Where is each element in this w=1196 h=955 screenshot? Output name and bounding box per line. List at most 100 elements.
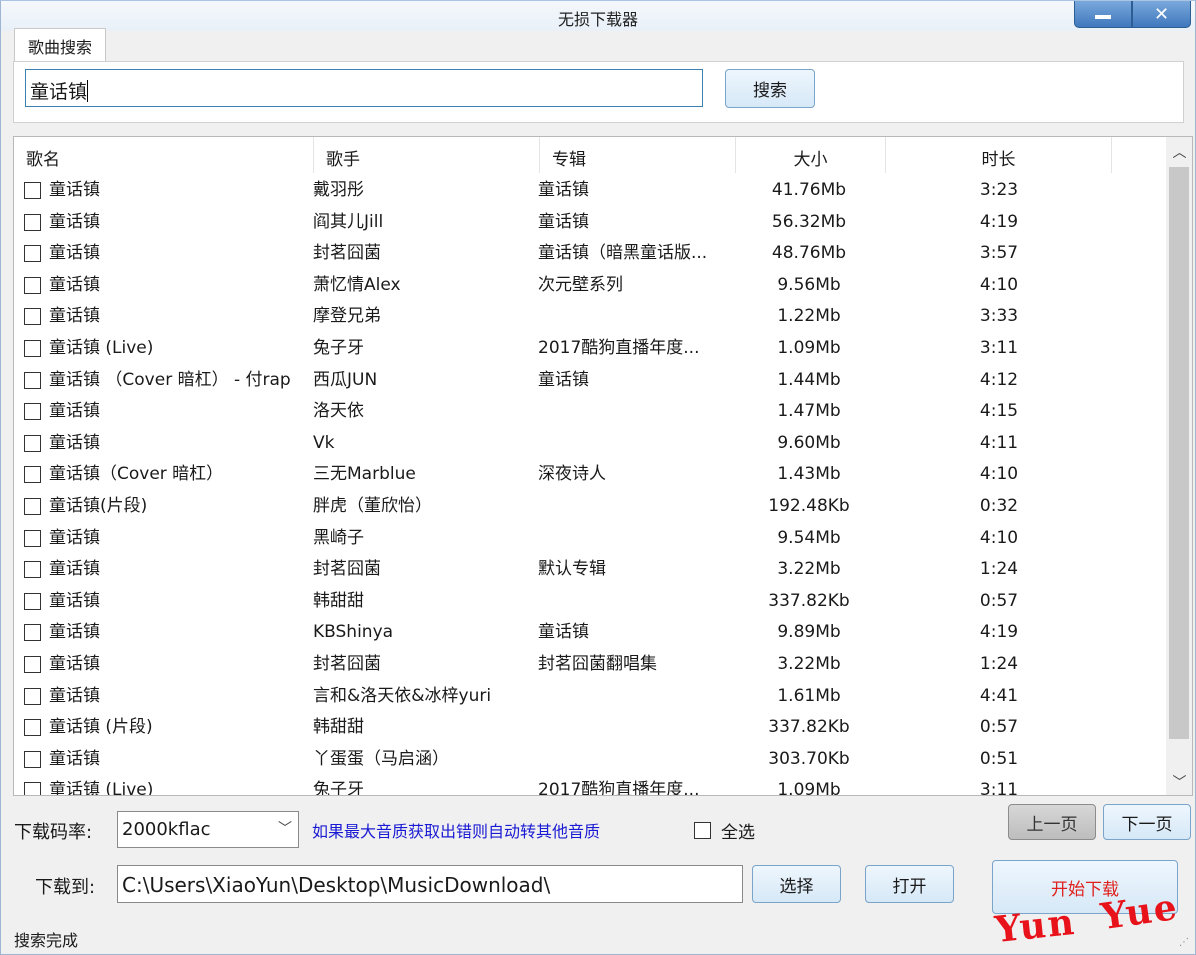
scroll-down-icon[interactable]: ﹀ bbox=[1166, 769, 1192, 795]
album-cell: 童话镇 bbox=[538, 180, 589, 200]
scroll-up-icon[interactable]: ︿ bbox=[1166, 139, 1192, 165]
row-checkbox[interactable] bbox=[24, 719, 41, 737]
artist-cell: 摩登兄弟 bbox=[313, 306, 381, 327]
artist-cell: 胖虎（董欣怡） bbox=[313, 496, 432, 516]
song-name: 童话镇(片段) bbox=[49, 496, 148, 516]
bitrate-label: 下载码率: bbox=[14, 822, 93, 843]
song-name-cell: 童话镇 bbox=[24, 207, 100, 238]
artist-cell: 韩甜甜 bbox=[313, 717, 364, 738]
row-checkbox[interactable] bbox=[24, 371, 41, 389]
row-checkbox[interactable] bbox=[24, 403, 41, 421]
album-cell: 童话镇 bbox=[538, 369, 589, 390]
row-checkbox[interactable] bbox=[24, 498, 41, 515]
size-cell: 48.76Mb bbox=[771, 243, 847, 264]
song-name: 童话镇 bbox=[49, 590, 100, 611]
table-row[interactable]: 童话镇 戴羽彤 童话镇 41.76Mb 3:23 bbox=[14, 175, 1166, 207]
row-checkbox[interactable] bbox=[24, 529, 41, 547]
row-checkbox[interactable] bbox=[24, 340, 41, 357]
tab-song-search[interactable]: 歌曲搜索 bbox=[14, 28, 106, 62]
close-button[interactable]: ✕ bbox=[1132, 1, 1191, 28]
table-row[interactable]: 童话镇 （Cover 暗杠） - 付rap 西瓜JUN 童话镇 1.44Mb 4:12 bbox=[14, 365, 1166, 397]
quality-hint: 如果最大音质获取出错则自动转其他音质 bbox=[312, 822, 601, 841]
open-folder-button[interactable]: 打开 bbox=[865, 865, 954, 903]
artist-cell: KBShinya bbox=[313, 622, 394, 643]
table-row[interactable]: 童话镇 摩登兄弟 1.22Mb 3:33 bbox=[14, 301, 1166, 333]
row-checkbox[interactable] bbox=[24, 656, 41, 673]
table-row[interactable]: 童话镇 (片段) 韩甜甜 337.82Kb 0:57 bbox=[14, 712, 1166, 744]
row-checkbox[interactable] bbox=[24, 434, 41, 452]
app-window: 无损下载器 ✕ 歌曲搜索 童话镇 搜索 歌名 歌手 专辑 大小 时长 童话镇 戴羽… bbox=[0, 0, 1196, 955]
album-cell: 2017酷狗直播年度... bbox=[538, 338, 700, 358]
search-button[interactable]: 搜索 bbox=[725, 69, 815, 108]
search-input-value: 童话镇 bbox=[30, 81, 88, 103]
column-header-duration[interactable]: 时长 bbox=[886, 137, 1112, 173]
table-row[interactable]: 童话镇 KBShinya 童话镇 9.89Mb 4:19 bbox=[14, 617, 1166, 649]
column-header-artist[interactable]: 歌手 bbox=[314, 137, 540, 173]
table-row[interactable]: 童话镇 阎其儿Jill 童话镇 56.32Mb 4:19 bbox=[14, 207, 1166, 239]
table-row[interactable]: 童话镇（Cover 暗杠） 三无Marblue 深夜诗人 1.43Mb 4:10 bbox=[14, 459, 1166, 491]
column-header-name[interactable]: 歌名 bbox=[14, 137, 314, 173]
table-row[interactable]: 童话镇 封茗囧菌 默认专辑 3.22Mb 1:24 bbox=[14, 554, 1166, 586]
table-row[interactable]: 童话镇 韩甜甜 337.82Kb 0:57 bbox=[14, 586, 1166, 618]
bitrate-value: 2000kflac bbox=[122, 819, 211, 840]
table-row[interactable]: 童话镇 言和&洛天依&冰梓yuri 1.61Mb 4:41 bbox=[14, 681, 1166, 713]
song-name-cell: 童话镇 bbox=[24, 175, 100, 206]
bitrate-select[interactable]: 2000kflac ﹀ bbox=[117, 811, 299, 848]
row-checkbox[interactable] bbox=[24, 592, 41, 610]
choose-folder-button[interactable]: 选择 bbox=[752, 865, 841, 903]
artist-cell: 萧忆情Alex bbox=[313, 274, 401, 295]
minimize-button[interactable] bbox=[1074, 1, 1132, 28]
duration-cell: 3:23 bbox=[979, 180, 1019, 200]
song-name-cell: 童话镇 bbox=[24, 681, 100, 712]
row-checkbox[interactable] bbox=[24, 466, 41, 484]
row-checkbox[interactable] bbox=[24, 182, 41, 199]
table-row[interactable]: 童话镇 丫蛋蛋（马启涵） 303.70Kb 0:51 bbox=[14, 744, 1166, 776]
row-checkbox[interactable] bbox=[24, 687, 41, 705]
vertical-scrollbar[interactable]: ︿ ﹀ bbox=[1166, 137, 1192, 795]
row-checkbox[interactable] bbox=[24, 245, 41, 263]
search-panel: 童话镇 搜索 bbox=[13, 61, 1184, 123]
scroll-thumb[interactable] bbox=[1169, 167, 1189, 739]
size-cell: 3.22Mb bbox=[777, 559, 841, 580]
song-name: 童话镇 bbox=[49, 274, 100, 295]
save-path-input[interactable]: C:\Users\XiaoYun\Desktop\MusicDownload\ bbox=[117, 865, 743, 903]
song-name-cell: 童话镇(片段) bbox=[24, 491, 147, 522]
duration-cell: 1:24 bbox=[979, 654, 1019, 674]
artist-cell: 阎其儿Jill bbox=[313, 211, 384, 232]
song-list: 歌名 歌手 专辑 大小 时长 童话镇 戴羽彤 童话镇 41.76Mb 3:23 童话镇 阎其… bbox=[13, 136, 1193, 796]
table-row[interactable]: 童话镇(片段) 胖虎（董欣怡） 192.48Kb 0:32 bbox=[14, 491, 1166, 523]
song-name-cell: 童话镇 bbox=[24, 617, 100, 648]
size-cell: 9.56Mb bbox=[777, 274, 841, 295]
column-header-size[interactable]: 大小 bbox=[736, 137, 886, 173]
row-checkbox[interactable] bbox=[24, 213, 41, 231]
row-checkbox[interactable] bbox=[24, 750, 41, 768]
song-name-cell: 童话镇 bbox=[24, 649, 100, 680]
row-checkbox[interactable] bbox=[24, 561, 41, 579]
next-page-button[interactable]: 下一页 bbox=[1103, 804, 1191, 840]
table-row[interactable]: 童话镇 (Live) 兔子牙 2017酷狗直播年度... 1.09Mb 3:11 bbox=[14, 333, 1166, 365]
resize-grip-icon[interactable]: ⋰ bbox=[1179, 937, 1189, 948]
row-checkbox[interactable] bbox=[24, 308, 41, 326]
table-row[interactable]: 童话镇 洛天依 1.47Mb 4:15 bbox=[14, 396, 1166, 428]
column-header-album[interactable]: 专辑 bbox=[540, 137, 736, 173]
duration-cell: 4:11 bbox=[979, 432, 1019, 453]
table-row[interactable]: 童话镇 Vk 9.60Mb 4:11 bbox=[14, 428, 1166, 460]
status-text: 搜索完成 bbox=[14, 931, 79, 950]
row-checkbox[interactable] bbox=[24, 624, 41, 642]
table-row[interactable]: 童话镇 封茗囧菌 童话镇（暗黑童话版... 48.76Mb 3:57 bbox=[14, 238, 1166, 270]
row-checkbox[interactable] bbox=[24, 782, 41, 795]
select-all-checkbox[interactable]: 全选 bbox=[694, 818, 755, 843]
watermark-word-2: Yue bbox=[1098, 885, 1182, 939]
size-cell: 1.09Mb bbox=[777, 780, 841, 796]
table-row[interactable]: 童话镇 封茗囧菌 封茗囧菌翻唱集 3.22Mb 1:24 bbox=[14, 649, 1166, 681]
song-name-cell: 童话镇 (Live) bbox=[24, 775, 153, 795]
table-row[interactable]: 童话镇 (Live) 兔子牙 2017酷狗直播年度... 1.09Mb 3:11 bbox=[14, 775, 1166, 796]
artist-cell: 封茗囧菌 bbox=[313, 654, 381, 674]
search-input[interactable]: 童话镇 bbox=[25, 69, 703, 107]
table-row[interactable]: 童话镇 黑崎子 9.54Mb 4:10 bbox=[14, 523, 1166, 555]
song-name-cell: 童话镇 (Live) bbox=[24, 333, 153, 364]
row-checkbox[interactable] bbox=[24, 276, 41, 294]
prev-page-button[interactable]: 上一页 bbox=[1008, 804, 1096, 840]
album-cell: 默认专辑 bbox=[538, 559, 606, 580]
table-row[interactable]: 童话镇 萧忆情Alex 次元壁系列 9.56Mb 4:10 bbox=[14, 270, 1166, 302]
